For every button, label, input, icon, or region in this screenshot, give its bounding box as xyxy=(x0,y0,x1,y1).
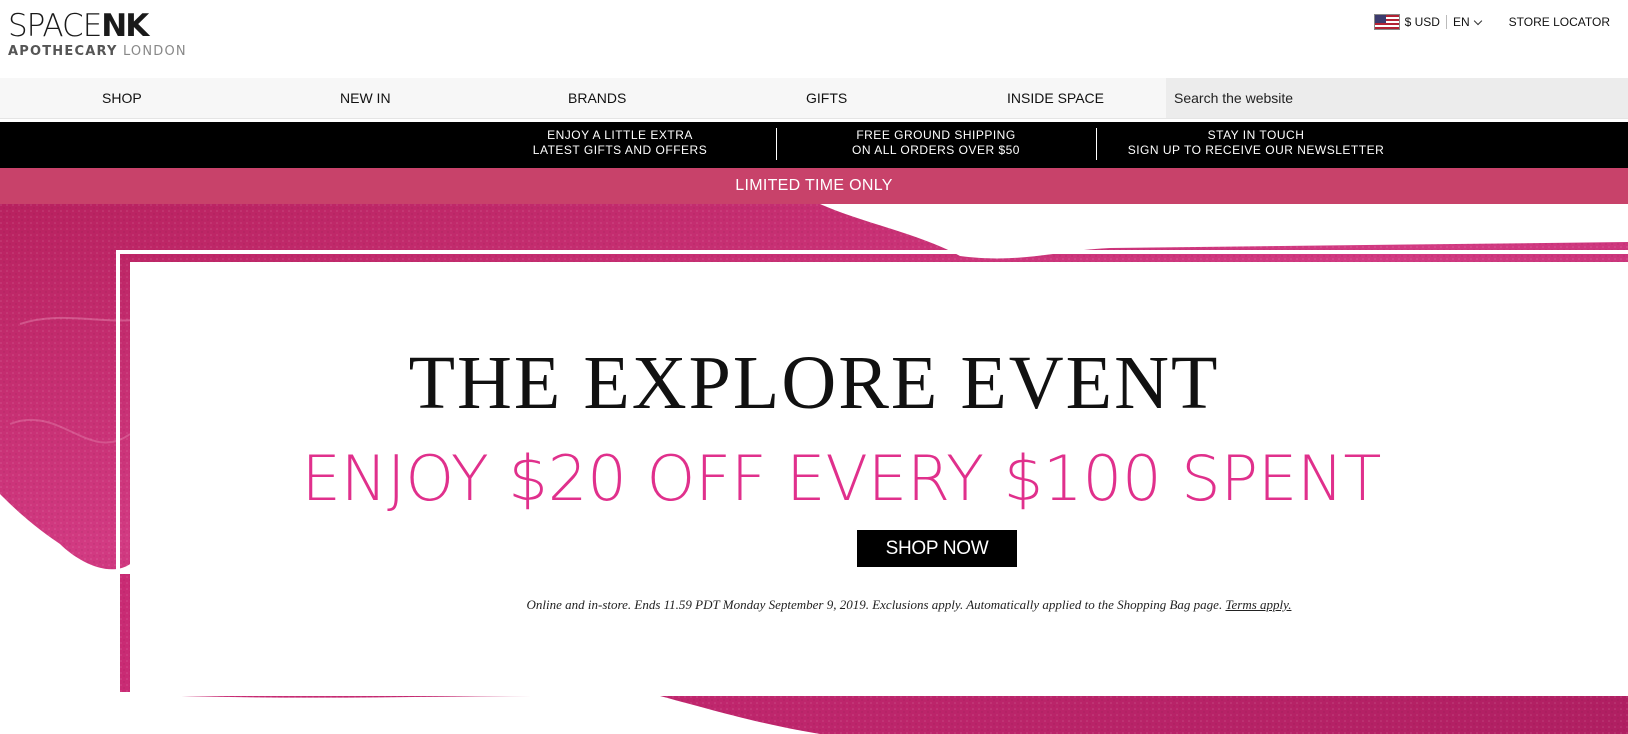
us-flag-icon[interactable] xyxy=(1373,14,1400,30)
search-input[interactable] xyxy=(1166,78,1628,118)
hero-banner[interactable]: THE EXPLORE EVENT ENJOY $20 OFF EVERY $1… xyxy=(0,204,1628,734)
hero-terms: Online and in-store. Ends 11.59 PDT Mond… xyxy=(0,597,1628,613)
nav-item-shop[interactable]: SHOP xyxy=(102,78,142,118)
promo-offers-line2: LATEST GIFTS AND OFFERS xyxy=(532,143,708,157)
store-locator-link[interactable]: STORE LOCATOR xyxy=(1509,15,1610,29)
promo-offers-link[interactable]: ENJOY A LITTLE EXTRA LATEST GIFTS AND OF… xyxy=(500,128,740,158)
promo-divider xyxy=(776,128,777,160)
brand-logo[interactable]: SPACENK APOTHECARY LONDON xyxy=(8,10,187,59)
logo-tagline: APOTHECARY LONDON xyxy=(8,44,187,59)
language-selector[interactable]: EN xyxy=(1453,15,1470,29)
promo-divider xyxy=(1096,128,1097,160)
promo-offers-line1: ENJOY A LITTLE EXTRA xyxy=(547,128,693,142)
terms-text: Online and in-store. Ends 11.59 PDT Mond… xyxy=(526,597,1223,612)
logo-word-space: SPACE xyxy=(8,8,102,44)
hero-offer: ENJOY $20 OFF EVERY $100 SPENT xyxy=(301,442,1382,515)
logo-word-nk: NK xyxy=(101,8,149,44)
promo-shipping-line2: ON ALL ORDERS OVER $50 xyxy=(852,143,1020,157)
logo-tagline-london: LONDON xyxy=(122,44,187,59)
promo-shipping-line1: FREE GROUND SHIPPING xyxy=(856,128,1016,142)
nav-item-gifts[interactable]: GIFTS xyxy=(806,78,847,118)
nav-item-brands[interactable]: BRANDS xyxy=(568,78,626,118)
utility-links: $ USD EN STORE LOCATOR xyxy=(1373,14,1610,30)
limited-time-banner[interactable]: LIMITED TIME ONLY xyxy=(0,168,1628,204)
chevron-down-icon[interactable] xyxy=(1473,16,1482,25)
promo-shipping-link[interactable]: FREE GROUND SHIPPING ON ALL ORDERS OVER … xyxy=(816,128,1056,158)
promo-newsletter-link[interactable]: STAY IN TOUCH SIGN UP TO RECEIVE OUR NEW… xyxy=(1116,128,1396,158)
logo-tagline-apothecary: APOTHECARY xyxy=(8,44,118,59)
hero-headline: THE EXPLORE EVENT xyxy=(408,341,1220,425)
promo-newsletter-line1: STAY IN TOUCH xyxy=(1207,128,1305,142)
utility-divider xyxy=(1445,15,1447,29)
top-header: SPACENK APOTHECARY LONDON $ USD EN STORE… xyxy=(0,0,1628,78)
terms-apply-link[interactable]: Terms apply. xyxy=(1225,597,1291,612)
nav-item-new-in[interactable]: NEW IN xyxy=(340,78,391,118)
logo-wordmark: SPACENK xyxy=(8,10,187,42)
main-nav: SHOP NEW IN BRANDS GIFTS INSIDE SPACE xyxy=(0,78,1628,119)
currency-selector[interactable]: $ USD xyxy=(1405,15,1440,29)
promo-newsletter-line2: SIGN UP TO RECEIVE OUR NEWSLETTER xyxy=(1127,143,1385,157)
promo-strip: ENJOY A LITTLE EXTRA LATEST GIFTS AND OF… xyxy=(0,122,1628,168)
nav-item-inside-space[interactable]: INSIDE SPACE xyxy=(1007,78,1104,118)
shop-now-button[interactable]: SHOP NOW xyxy=(857,530,1017,567)
